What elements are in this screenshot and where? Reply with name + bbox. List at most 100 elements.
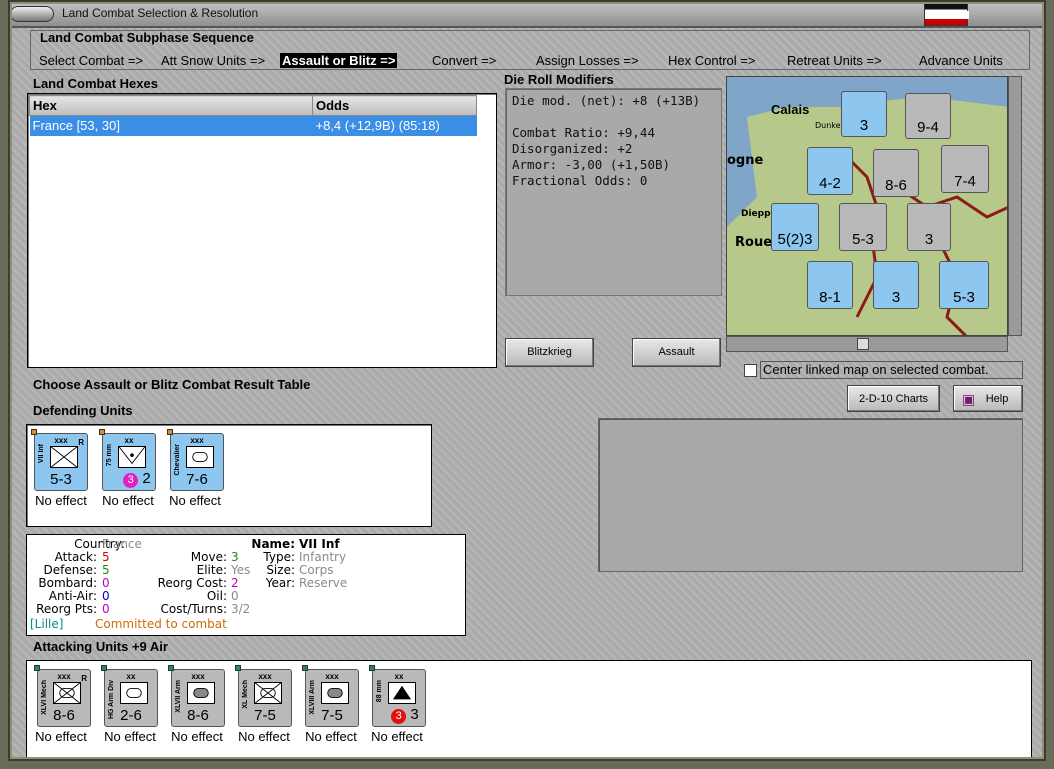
attacking-effect: No effect bbox=[238, 729, 290, 744]
unit-status-pip bbox=[34, 665, 40, 671]
seq-convert: Convert => bbox=[432, 53, 497, 68]
seq-assault-or-blitz: Assault or Blitz => bbox=[280, 53, 398, 68]
sequence-title: Land Combat Subphase Sequence bbox=[40, 30, 254, 45]
defending-effect: No effect bbox=[102, 493, 154, 508]
col-hex-header[interactable]: Hex bbox=[29, 95, 313, 116]
attacking-unit-counter[interactable]: xxx XLVIII Arm 7-5 bbox=[302, 665, 359, 727]
choose-crt-label: Choose Assault or Blitz Combat Result Ta… bbox=[33, 377, 311, 392]
armor-symbol-icon bbox=[186, 446, 214, 468]
charts-button[interactable]: 2-D-10 Charts bbox=[847, 385, 940, 412]
unit-name: VII Inf bbox=[38, 444, 45, 464]
die-roll-modifiers-label: Die Roll Modifiers bbox=[504, 72, 614, 87]
map-label-calais: Calais bbox=[771, 102, 810, 117]
unit-status-pip bbox=[302, 665, 308, 671]
unit-name: XL Mech bbox=[242, 680, 249, 709]
map-counter[interactable]: 8-1 bbox=[807, 261, 853, 309]
title-bar: Land Combat Selection & Resolution bbox=[0, 0, 1054, 28]
modifier-line: Fractional Odds: 0 bbox=[512, 173, 648, 188]
modifier-line: Combat Ratio: +9,44 bbox=[512, 125, 655, 140]
assault-button[interactable]: Assault bbox=[632, 338, 721, 367]
map-counter[interactable]: 4-2 bbox=[807, 147, 853, 195]
map-counter[interactable]: 7-4 bbox=[941, 145, 989, 193]
unit-info-panel: Country: France Attack: 5 Defense: 5 Bom… bbox=[26, 534, 466, 636]
blitzkrieg-button[interactable]: Blitzkrieg bbox=[505, 338, 594, 367]
defending-unit-counter[interactable]: xxx Chevalier 7-6 bbox=[167, 429, 224, 491]
attacking-unit-counter[interactable]: xx 88 mm 3 3 bbox=[369, 665, 426, 727]
unit-strength-wrap: 3 3 bbox=[379, 706, 431, 724]
unit-strength: 5-3 bbox=[50, 471, 72, 488]
unit-strength: 8-6 bbox=[53, 707, 75, 724]
map-counter[interactable]: 5-3 bbox=[839, 203, 887, 251]
center-map-checkbox[interactable] bbox=[744, 364, 757, 377]
seq-att-snow-units: Att Snow Units => bbox=[161, 53, 266, 68]
unit-status-pip bbox=[369, 665, 375, 671]
modifier-line: Die mod. (net): +8 (+13B) bbox=[512, 93, 701, 108]
unit-reserve: R bbox=[81, 674, 87, 683]
attacking-unit-counter[interactable]: xxx R XLVI Mech 8-6 bbox=[34, 665, 91, 727]
help-button[interactable]: ▣ Help bbox=[953, 385, 1023, 412]
unit-strength: 2 bbox=[142, 470, 151, 487]
combat-result-panel bbox=[598, 418, 1023, 572]
info-cost: 3/2 bbox=[231, 602, 251, 616]
defending-units-label: Defending Units bbox=[33, 403, 133, 418]
attacking-effect: No effect bbox=[104, 729, 156, 744]
seq-assign-losses: Assign Losses => bbox=[536, 53, 639, 68]
seq-select-combat: Select Combat => bbox=[39, 53, 144, 68]
map-counter[interactable]: 9-4 bbox=[905, 93, 951, 139]
map-counter-strength: 3 bbox=[924, 231, 934, 248]
unit-status-pip bbox=[31, 429, 37, 435]
attacking-effect: No effect bbox=[171, 729, 223, 744]
center-map-label[interactable]: Center linked map on selected combat. bbox=[760, 361, 1023, 379]
land-combat-hexes-label: Land Combat Hexes bbox=[33, 76, 158, 91]
unit-name: 88 mm bbox=[376, 680, 383, 703]
seq-retreat-units: Retreat Units => bbox=[787, 53, 882, 68]
map-counter[interactable]: 3 bbox=[873, 261, 919, 309]
hex-cell[interactable]: France [53, 30] bbox=[29, 115, 313, 136]
unit-status-pip bbox=[99, 429, 105, 435]
artillery-symbol-icon bbox=[118, 446, 146, 468]
info-key: Reorg Pts: bbox=[36, 602, 97, 616]
attacking-unit-counter[interactable]: xxx XLVII Arm 8-6 bbox=[168, 665, 225, 727]
col-odds-header[interactable]: Odds bbox=[312, 95, 477, 116]
attacking-unit-counter[interactable]: xxx XL Mech 7-5 bbox=[235, 665, 292, 727]
map-counter[interactable]: 5-3 bbox=[939, 261, 989, 309]
map-counter[interactable]: 3 bbox=[907, 203, 951, 251]
map-counter[interactable]: 8-6 bbox=[873, 149, 919, 197]
map-label-rouen: Roue bbox=[735, 235, 773, 250]
unit-strength: 3 bbox=[410, 706, 419, 723]
table-row[interactable]: France [53, 30] +8,4 (+12,9B) (85:18) bbox=[29, 115, 477, 136]
map-counter-strength: 3 bbox=[891, 289, 901, 306]
help-book-icon: ▣ bbox=[962, 391, 976, 407]
map-counter-strength: 8-6 bbox=[885, 177, 907, 194]
map-counter-strength: 7-4 bbox=[954, 173, 976, 190]
linked-map[interactable]: Calais Dunkerque ogne Dieppe Roue 4-2 8-… bbox=[726, 76, 1008, 336]
unit-badge: 3 bbox=[123, 473, 139, 488]
attacking-effect: No effect bbox=[35, 729, 87, 744]
unit-badge: 3 bbox=[391, 709, 407, 724]
info-key: Cost/Turns: bbox=[160, 602, 227, 616]
modifier-line bbox=[512, 109, 715, 125]
window-menu-knob[interactable] bbox=[10, 6, 54, 22]
armor-symbol-icon bbox=[321, 682, 349, 704]
info-key: Year: bbox=[265, 576, 295, 590]
map-horizontal-scrollbar[interactable] bbox=[726, 336, 1008, 352]
info-status: Committed to combat bbox=[95, 617, 227, 631]
anti-air-symbol-icon bbox=[388, 682, 416, 704]
odds-cell[interactable]: +8,4 (+12,9B) (85:18) bbox=[312, 115, 477, 136]
defending-unit-counter[interactable]: xx 75 mm 3 2 bbox=[99, 429, 156, 491]
map-vertical-scrollbar[interactable] bbox=[1008, 76, 1022, 336]
map-counter[interactable]: 3 bbox=[841, 91, 887, 137]
map-counter[interactable]: 5(2)3 bbox=[771, 203, 819, 251]
defending-unit-counter[interactable]: xxx R VII Inf 5-3 bbox=[31, 429, 88, 491]
window-title: Land Combat Selection & Resolution bbox=[62, 6, 259, 20]
unit-status-pip bbox=[167, 429, 173, 435]
info-location: [Lille] bbox=[30, 617, 64, 631]
land-combat-hexes-list[interactable]: Hex Odds France [53, 30] +8,4 (+12,9B) (… bbox=[27, 93, 497, 368]
unit-strength: 7-6 bbox=[186, 471, 208, 488]
scroll-thumb[interactable] bbox=[857, 338, 869, 350]
seq-advance-units: Advance Units bbox=[919, 53, 1003, 68]
unit-status-pip bbox=[101, 665, 107, 671]
unit-status-pip bbox=[168, 665, 174, 671]
attacking-unit-counter[interactable]: xx HG Arm Div 2-6 bbox=[101, 665, 158, 727]
defending-effect: No effect bbox=[35, 493, 87, 508]
